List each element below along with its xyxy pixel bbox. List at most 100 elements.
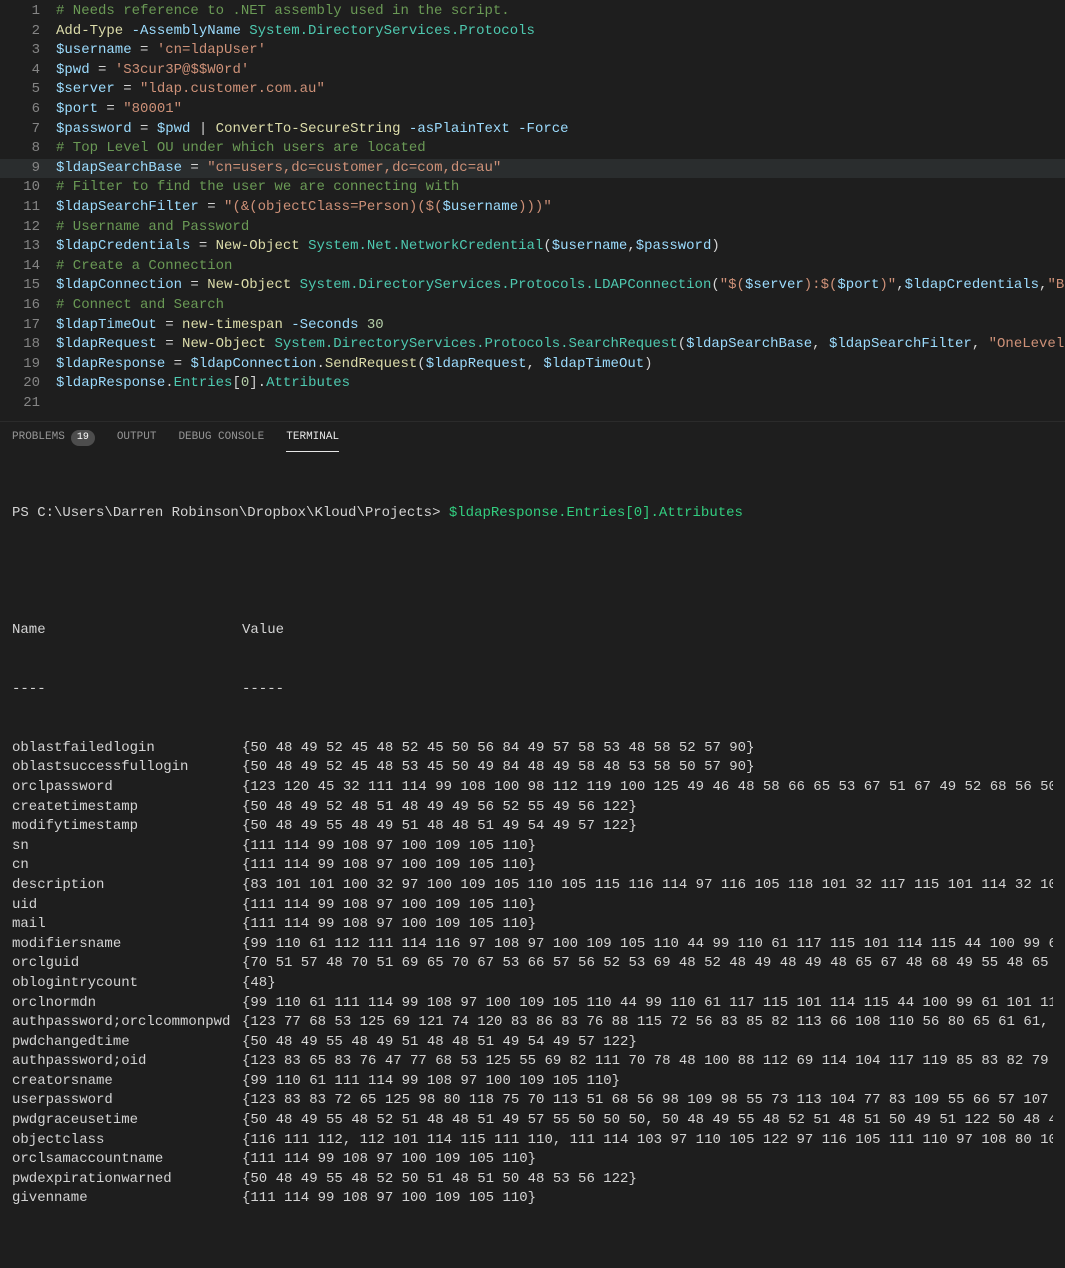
table-row: pwdchangedtime{50 48 49 55 48 49 51 48 4… [12, 1033, 1053, 1053]
code-line[interactable]: 9$ldapSearchBase = "cn=users,dc=customer… [0, 159, 1065, 179]
attr-value: {50 48 49 55 48 52 51 48 48 51 49 57 55 … [242, 1111, 1053, 1131]
attr-value: {111 114 99 108 97 100 109 105 110} [242, 837, 1053, 857]
tab-problems-label: PROBLEMS [12, 430, 65, 445]
line-number: 11 [0, 198, 56, 218]
code-line[interactable]: 15$ldapConnection = New-Object System.Di… [0, 276, 1065, 296]
attr-name: uid [12, 896, 242, 916]
table-row: orclsamaccountname{111 114 99 108 97 100… [12, 1150, 1053, 1170]
attr-name: objectclass [12, 1131, 242, 1151]
attr-name: userpassword [12, 1091, 242, 1111]
panel-tab-strip: PROBLEMS 19 OUTPUT DEBUG CONSOLE TERMINA… [0, 422, 1065, 454]
code-line-content: $ldapRequest = New-Object System.Directo… [56, 335, 1065, 355]
attr-value: {70 51 57 48 70 51 69 65 70 67 53 66 57 … [242, 954, 1053, 974]
tab-output-label: OUTPUT [117, 430, 157, 445]
attr-value: {116 111 112, 112 101 114 115 111 110, 1… [242, 1131, 1053, 1151]
code-line[interactable]: 8# Top Level OU under which users are lo… [0, 139, 1065, 159]
line-number: 16 [0, 296, 56, 316]
tab-debug-console-label: DEBUG CONSOLE [178, 430, 264, 445]
attr-value: {123 120 45 32 111 114 99 108 100 98 112… [242, 778, 1053, 798]
line-number: 5 [0, 80, 56, 100]
code-line[interactable]: 17$ldapTimeOut = new-timespan -Seconds 3… [0, 316, 1065, 336]
attr-value: {111 114 99 108 97 100 109 105 110} [242, 915, 1053, 935]
code-line[interactable]: 16# Connect and Search [0, 296, 1065, 316]
attr-value: {50 48 49 55 48 52 50 51 48 51 50 48 53 … [242, 1170, 1053, 1190]
line-number: 19 [0, 355, 56, 375]
attr-value: {99 110 61 111 114 99 108 97 100 109 105… [242, 994, 1053, 1014]
code-editor[interactable]: 1# Needs reference to .NET assembly used… [0, 0, 1065, 421]
code-line[interactable]: 12# Username and Password [0, 218, 1065, 238]
attr-name: cn [12, 856, 242, 876]
attr-name: oblastfailedlogin [12, 739, 242, 759]
code-line[interactable]: 6$port = "80001" [0, 100, 1065, 120]
line-number: 13 [0, 237, 56, 257]
code-line[interactable]: 5$server = "ldap.customer.com.au" [0, 80, 1065, 100]
table-row: modifiersname{99 110 61 112 111 114 116 … [12, 935, 1053, 955]
code-line-content: # Username and Password [56, 218, 1065, 238]
code-line[interactable]: 14# Create a Connection [0, 257, 1065, 277]
attr-value: {50 48 49 52 48 51 48 49 49 56 52 55 49 … [242, 798, 1053, 818]
code-line-content: # Create a Connection [56, 257, 1065, 277]
code-line[interactable]: 10# Filter to find the user we are conne… [0, 178, 1065, 198]
table-row: authpassword;oid{123 83 65 83 76 47 77 6… [12, 1052, 1053, 1072]
prompt-command: $ldapResponse.Entries[0].Attributes [449, 505, 743, 521]
code-line-content: $ldapSearchFilter = "(&(objectClass=Pers… [56, 198, 1065, 218]
table-row: sn{111 114 99 108 97 100 109 105 110} [12, 837, 1053, 857]
code-line-content: $ldapConnection = New-Object System.Dire… [56, 276, 1065, 296]
table-header-name: Name [12, 621, 242, 641]
code-line[interactable]: 4$pwd = 'S3cur3P@$$W0rd' [0, 61, 1065, 81]
table-row: createtimestamp{50 48 49 52 48 51 48 49 … [12, 798, 1053, 818]
code-line[interactable]: 13$ldapCredentials = New-Object System.N… [0, 237, 1065, 257]
table-row: authpassword;orclcommonpwd{123 77 68 53 … [12, 1013, 1053, 1033]
terminal-blank-line [12, 562, 1053, 582]
line-number: 20 [0, 374, 56, 394]
attr-name: oblogintrycount [12, 974, 242, 994]
code-line-content: $ldapTimeOut = new-timespan -Seconds 30 [56, 316, 1065, 336]
attr-name: authpassword;orclcommonpwd [12, 1013, 242, 1033]
code-line[interactable]: 20$ldapResponse.Entries[0].Attributes [0, 374, 1065, 394]
table-header-value: Value [242, 621, 1053, 641]
attr-value: {99 110 61 111 114 99 108 97 100 109 105… [242, 1072, 1053, 1092]
code-line-content: # Connect and Search [56, 296, 1065, 316]
code-line[interactable]: 7$password = $pwd | ConvertTo-SecureStri… [0, 120, 1065, 140]
table-body: oblastfailedlogin{50 48 49 52 45 48 52 4… [12, 739, 1053, 1209]
line-number: 14 [0, 257, 56, 277]
terminal-view[interactable]: PS C:\Users\Darren Robinson\Dropbox\Klou… [0, 454, 1065, 1268]
tab-debug-console[interactable]: DEBUG CONSOLE [178, 430, 264, 451]
attr-name: createtimestamp [12, 798, 242, 818]
table-row: modifytimestamp{50 48 49 55 48 49 51 48 … [12, 817, 1053, 837]
attr-name: pwdexpirationwarned [12, 1170, 242, 1190]
code-line[interactable]: 11$ldapSearchFilter = "(&(objectClass=Pe… [0, 198, 1065, 218]
attr-value: {50 48 49 52 45 48 53 45 50 49 84 48 49 … [242, 758, 1053, 778]
attr-name: oblastsuccessfullogin [12, 758, 242, 778]
attr-name: modifiersname [12, 935, 242, 955]
line-number: 7 [0, 120, 56, 140]
tab-problems[interactable]: PROBLEMS 19 [12, 430, 95, 452]
line-number: 17 [0, 316, 56, 336]
attr-name: description [12, 876, 242, 896]
code-line-content: $ldapResponse.Entries[0].Attributes [56, 374, 1065, 394]
table-header-name-sep: ---- [12, 680, 242, 700]
attr-name: orclsamaccountname [12, 1150, 242, 1170]
attr-value: {50 48 49 55 48 49 51 48 48 51 49 54 49 … [242, 817, 1053, 837]
table-row: creatorsname{99 110 61 111 114 99 108 97… [12, 1072, 1053, 1092]
table-row: givenname{111 114 99 108 97 100 109 105 … [12, 1189, 1053, 1209]
code-line[interactable]: 18$ldapRequest = New-Object System.Direc… [0, 335, 1065, 355]
code-line[interactable]: 21 [0, 394, 1065, 414]
code-line[interactable]: 2Add-Type -AssemblyName System.Directory… [0, 22, 1065, 42]
line-number: 18 [0, 335, 56, 355]
attr-name: orclnormdn [12, 994, 242, 1014]
tab-output[interactable]: OUTPUT [117, 430, 157, 451]
problems-count-badge: 19 [71, 430, 95, 446]
line-number: 4 [0, 61, 56, 81]
code-line-content: $ldapSearchBase = "cn=users,dc=customer,… [56, 159, 1065, 179]
attr-value: {123 77 68 53 125 69 121 74 120 83 86 83… [242, 1013, 1053, 1033]
code-line-content: $username = 'cn=ldapUser' [56, 41, 1065, 61]
table-row: oblastsuccessfullogin{50 48 49 52 45 48 … [12, 758, 1053, 778]
tab-terminal[interactable]: TERMINAL [286, 430, 339, 452]
code-line[interactable]: 3$username = 'cn=ldapUser' [0, 41, 1065, 61]
code-line[interactable]: 1# Needs reference to .NET assembly used… [0, 2, 1065, 22]
code-line[interactable]: 19$ldapResponse = $ldapConnection.SendRe… [0, 355, 1065, 375]
line-number: 9 [0, 159, 56, 179]
line-number: 2 [0, 22, 56, 42]
line-number: 3 [0, 41, 56, 61]
